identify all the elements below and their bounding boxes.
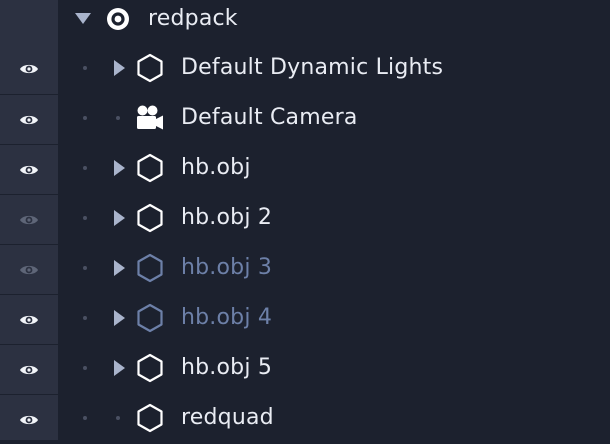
chevron-right-icon[interactable] [114,260,125,276]
chevron-right-icon[interactable] [114,160,125,176]
tree-label: hb.obj 2 [181,205,273,230]
eye-icon[interactable] [19,62,39,76]
scene-outliner: redpack Default Dynamic Lights Default Ca… [0,0,610,440]
tree-guide-dot [83,416,87,420]
tree-row[interactable]: hb.obj [58,144,610,194]
tree-row[interactable]: Default Camera [58,94,610,144]
tree-row[interactable]: hb.obj 5 [58,344,610,394]
tree-guide-dot [83,166,87,170]
eye-icon[interactable] [19,413,39,427]
tree-guide-dot [83,366,87,370]
tree-row[interactable]: hb.obj 3 [58,244,610,294]
chevron-down-icon[interactable] [75,13,91,24]
target-icon [107,8,129,30]
tree-label: hb.obj 5 [181,355,273,380]
tree-guide-dot [116,116,120,120]
hexagon-icon [136,253,164,287]
visibility-toggle[interactable] [0,344,58,394]
tree-guide-dot [83,316,87,320]
tree-row-root[interactable]: redpack [58,0,610,50]
chevron-right-icon[interactable] [114,310,125,326]
tree-guide-dot [116,416,120,420]
eye-icon[interactable] [19,213,39,227]
tree-guide-dot [83,116,87,120]
hexagon-icon [136,53,164,87]
tree-label: redquad [181,405,274,430]
tree-guide-dot [83,216,87,220]
visibility-column [0,0,58,440]
camera-icon [135,104,165,136]
eye-icon[interactable] [19,163,39,177]
hexagon-icon [136,403,164,437]
hexagon-icon [136,353,164,387]
tree-label: hb.obj [181,155,251,180]
tree-row[interactable]: hb.obj 4 [58,294,610,344]
tree-guide-dot [83,66,87,70]
eye-icon[interactable] [19,363,39,377]
tree-row[interactable]: redquad [58,394,610,444]
tree-label-root: redpack [148,6,238,31]
visibility-toggle[interactable] [0,294,58,344]
tree-label: Default Dynamic Lights [181,55,444,80]
chevron-right-icon[interactable] [114,360,125,376]
visibility-toggle[interactable] [0,94,58,144]
tree-guide-dot [83,266,87,270]
eye-icon[interactable] [19,263,39,277]
visibility-toggle[interactable] [0,394,58,444]
visibility-toggle[interactable] [0,194,58,244]
eye-icon[interactable] [19,313,39,327]
visibility-toggle[interactable] [0,144,58,194]
tree-row[interactable]: Default Dynamic Lights [58,44,610,94]
visibility-toggle[interactable] [0,244,58,294]
chevron-right-icon[interactable] [114,210,125,226]
chevron-right-icon[interactable] [114,60,125,76]
eye-icon[interactable] [19,113,39,127]
hexagon-icon [136,203,164,237]
hexagon-icon [136,153,164,187]
tree-label: hb.obj 4 [181,305,273,330]
tree-label: Default Camera [181,105,358,130]
visibility-toggle[interactable] [0,44,58,94]
tree-label: hb.obj 3 [181,255,273,280]
hexagon-icon [136,303,164,337]
tree-row[interactable]: hb.obj 2 [58,194,610,244]
